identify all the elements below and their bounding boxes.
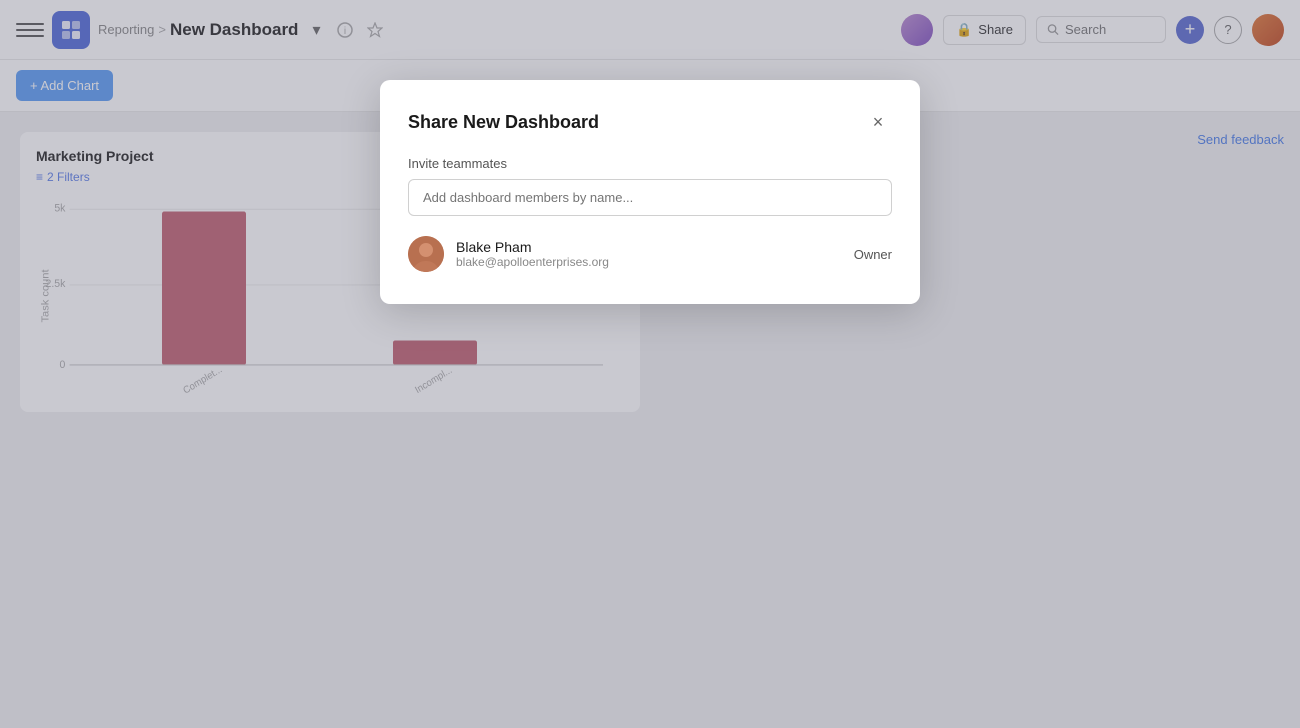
invite-label: Invite teammates (408, 156, 892, 171)
member-role: Owner (854, 247, 892, 262)
invite-input[interactable] (408, 179, 892, 216)
modal-header: Share New Dashboard × (408, 108, 892, 136)
share-modal: Share New Dashboard × Invite teammates B… (380, 80, 920, 304)
member-name: Blake Pham (456, 239, 842, 255)
modal-backdrop: Share New Dashboard × Invite teammates B… (0, 0, 1300, 728)
member-email: blake@apolloenterprises.org (456, 255, 842, 269)
member-row: Blake Pham blake@apolloenterprises.org O… (408, 236, 892, 272)
member-info: Blake Pham blake@apolloenterprises.org (456, 239, 842, 269)
modal-title: Share New Dashboard (408, 112, 599, 133)
member-avatar-img (408, 236, 444, 272)
modal-close-button[interactable]: × (864, 108, 892, 136)
member-avatar (408, 236, 444, 272)
